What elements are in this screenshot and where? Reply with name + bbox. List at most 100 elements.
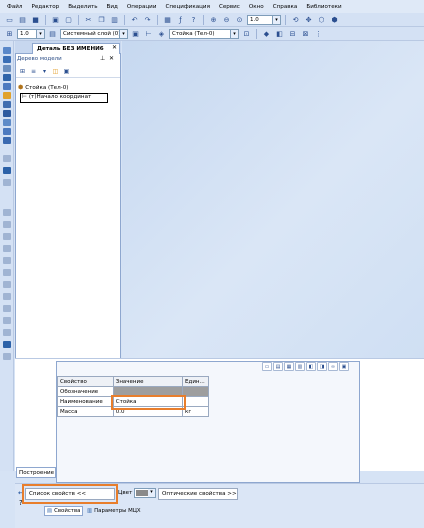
- tool-icon[interactable]: ▤: [273, 362, 283, 371]
- zoom-frame-icon[interactable]: ⊙: [234, 14, 245, 25]
- tree-item-root[interactable]: ⬢ Стойка (Тел-0): [18, 84, 68, 91]
- orient-icon[interactable]: ⬡: [316, 14, 327, 25]
- paste-icon[interactable]: ▥: [109, 14, 120, 25]
- part-icon[interactable]: ◈: [156, 28, 167, 39]
- tree-item-origin[interactable]: ⊢ (т)Начало координат: [22, 94, 91, 100]
- optical-properties-button[interactable]: Оптические свойства >>: [158, 488, 238, 500]
- chevron-down-icon[interactable]: ▾: [119, 29, 127, 38]
- chevron-down-icon[interactable]: ▾: [148, 489, 155, 497]
- render-icon[interactable]: ◧: [274, 28, 285, 39]
- cut-icon[interactable]: ✂: [83, 14, 94, 25]
- tool-icon[interactable]: [3, 233, 11, 240]
- preview-icon[interactable]: ▢: [63, 14, 74, 25]
- chevron-down-icon[interactable]: ▾: [272, 15, 280, 24]
- chevron-down-icon[interactable]: ▾: [36, 29, 44, 38]
- tool-icon[interactable]: [3, 305, 11, 312]
- menu-libraries[interactable]: Библиотеки: [306, 4, 341, 10]
- document-tab[interactable]: Деталь БЕЗ ИМЕНИ6: [32, 43, 120, 54]
- tree-view-icon[interactable]: ▣: [62, 67, 71, 76]
- tool-icon[interactable]: ▥: [295, 362, 305, 371]
- part-combo[interactable]: Стойка (Тел-0) ▾: [169, 28, 239, 39]
- new-file-icon[interactable]: ▭: [4, 14, 15, 25]
- tool-icon[interactable]: [3, 317, 11, 324]
- coordinate-system-icon[interactable]: ⊢: [143, 28, 154, 39]
- tool-icon[interactable]: [3, 221, 11, 228]
- display-mode-icon[interactable]: ◆: [261, 28, 272, 39]
- layer-manager-icon[interactable]: ▣: [130, 28, 141, 39]
- mates-icon[interactable]: ⊠: [300, 28, 311, 39]
- print-icon[interactable]: ▣: [50, 14, 61, 25]
- zoom-combo[interactable]: 1.0 ▾: [247, 14, 281, 25]
- aux-geometry-icon[interactable]: [3, 92, 11, 99]
- snap-icon[interactable]: ⊡: [241, 28, 252, 39]
- open-folder-icon[interactable]: ▤: [17, 14, 28, 25]
- variables-icon[interactable]: ▦: [162, 14, 173, 25]
- tool-icon[interactable]: ▭: [262, 362, 272, 371]
- array-icon[interactable]: [3, 83, 11, 90]
- tree-structure-icon[interactable]: ⊞: [18, 67, 27, 76]
- filter-icon[interactable]: [3, 119, 11, 126]
- move-icon[interactable]: ✥: [303, 14, 314, 25]
- tool-icon[interactable]: [3, 245, 11, 252]
- function-icon[interactable]: ƒ: [175, 14, 186, 25]
- layers-icon[interactable]: ▤: [47, 28, 58, 39]
- section-icon[interactable]: ⊟: [287, 28, 298, 39]
- tool-icon[interactable]: [3, 329, 11, 336]
- link-icon[interactable]: ∞: [328, 362, 338, 371]
- menu-file[interactable]: Файл: [7, 4, 22, 10]
- tool-icon[interactable]: [3, 179, 11, 186]
- tool-icon[interactable]: ◧: [306, 362, 316, 371]
- model-canvas[interactable]: [122, 41, 424, 359]
- help-cursor-icon[interactable]: ?: [188, 14, 199, 25]
- cube-icon[interactable]: ⬢: [329, 14, 340, 25]
- scale-combo[interactable]: 1.0 ▾: [17, 28, 45, 39]
- close-icon[interactable]: ✕: [112, 44, 117, 51]
- tab-properties[interactable]: ▤ Свойства: [44, 506, 84, 516]
- tree-filter-icon[interactable]: ▾: [40, 67, 49, 76]
- menu-specification[interactable]: Спецификация: [165, 4, 209, 10]
- edit-icon[interactable]: [3, 47, 11, 54]
- layer-combo[interactable]: Системный слой (0) ▾: [60, 28, 128, 39]
- zoom-icon[interactable]: ⊕: [208, 14, 219, 25]
- tab-build[interactable]: Построение: [16, 467, 56, 478]
- pin-icon[interactable]: ⊥: [100, 55, 105, 62]
- diagnostics-icon[interactable]: [3, 101, 11, 108]
- menu-service[interactable]: Сервис: [219, 4, 240, 10]
- grid-icon[interactable]: ⊞: [4, 28, 15, 39]
- menu-window[interactable]: Окно: [249, 4, 264, 10]
- copy-icon[interactable]: ❐: [96, 14, 107, 25]
- tool-icon[interactable]: ◨: [317, 362, 327, 371]
- zoom-out-icon[interactable]: ⊖: [221, 14, 232, 25]
- menu-operations[interactable]: Операции: [127, 4, 157, 10]
- close-icon[interactable]: ✕: [109, 55, 114, 62]
- report-icon[interactable]: [3, 137, 11, 144]
- tool-icon[interactable]: [3, 155, 11, 162]
- tool-icon[interactable]: [3, 209, 11, 216]
- curve-icon[interactable]: [3, 65, 11, 72]
- menu-select[interactable]: Выделить: [68, 4, 97, 10]
- tool-icon[interactable]: [3, 257, 11, 264]
- tool-icon[interactable]: [3, 293, 11, 300]
- tool-icon[interactable]: [3, 281, 11, 288]
- color-picker[interactable]: ▾: [134, 488, 156, 498]
- save-icon[interactable]: ■: [30, 14, 41, 25]
- tree-mode-icon[interactable]: ≡: [29, 67, 38, 76]
- menu-view[interactable]: Вид: [107, 4, 118, 10]
- undo-icon[interactable]: ↶: [129, 14, 140, 25]
- tool-icon[interactable]: [3, 341, 11, 348]
- spec-icon[interactable]: [3, 128, 11, 135]
- chevron-down-icon[interactable]: ▾: [230, 29, 238, 38]
- rotate-icon[interactable]: ⟲: [290, 14, 301, 25]
- tool-icon[interactable]: ▦: [284, 362, 294, 371]
- tree-order-icon[interactable]: ◫: [51, 67, 60, 76]
- tool-icon[interactable]: ▣: [339, 362, 349, 371]
- menu-edit[interactable]: Редактор: [31, 4, 59, 10]
- menu-help[interactable]: Справка: [273, 4, 298, 10]
- tool-icon[interactable]: [3, 167, 11, 174]
- surface-icon[interactable]: [3, 74, 11, 81]
- tool-icon[interactable]: [3, 353, 11, 360]
- tools-icon[interactable]: ⋮: [313, 28, 324, 39]
- tab-mcx[interactable]: ▥ Параметры МЦХ: [85, 506, 143, 516]
- measure-icon[interactable]: [3, 110, 11, 117]
- redo-icon[interactable]: ↷: [142, 14, 153, 25]
